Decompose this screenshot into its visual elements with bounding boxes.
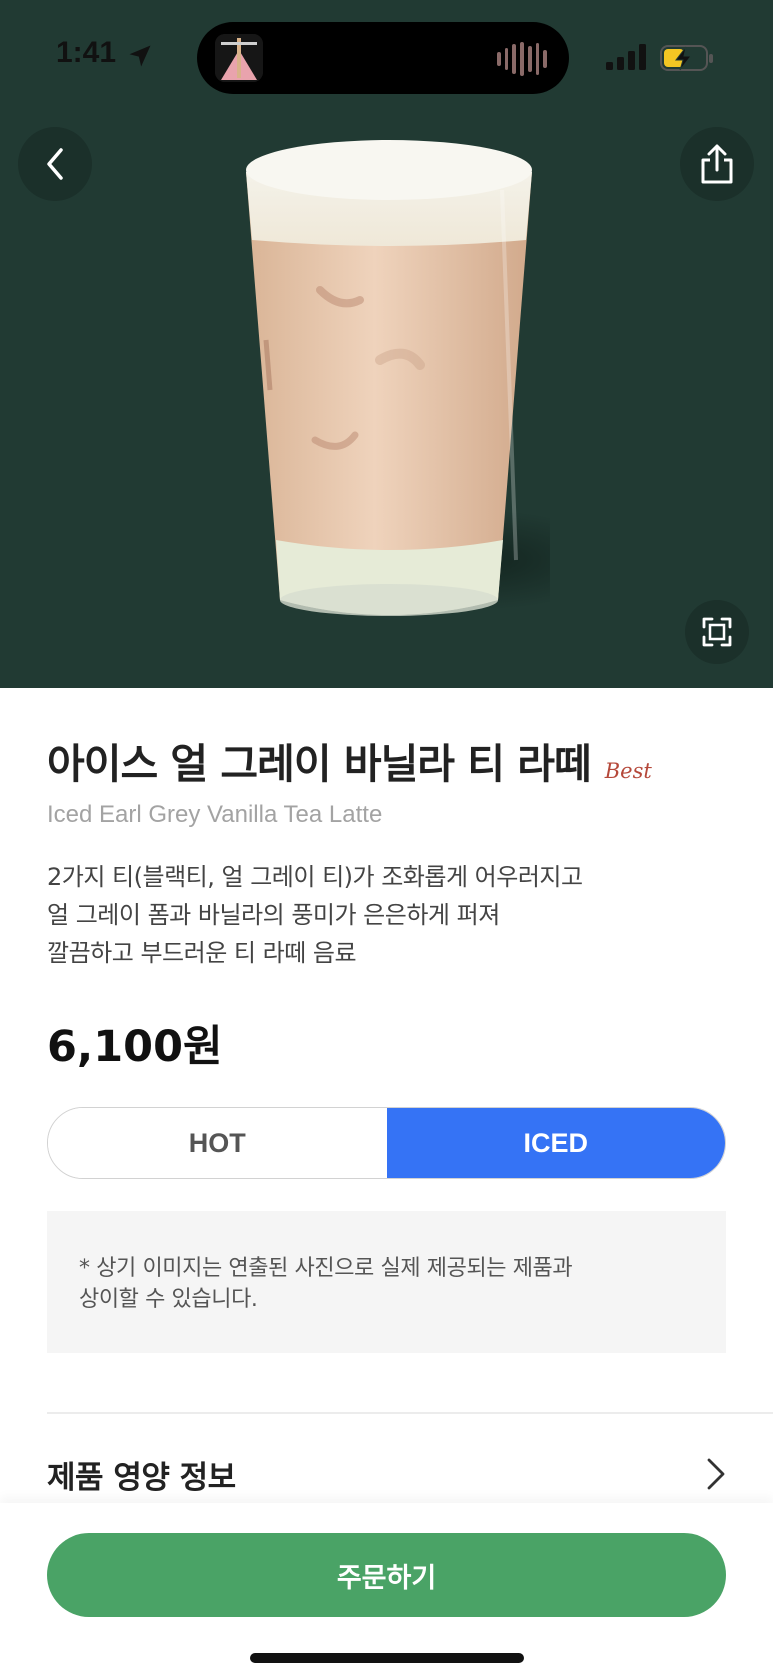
- product-description: 2가지 티(블랙티, 얼 그레이 티)가 조화롭게 어우러지고 얼 그레이 폼과…: [47, 858, 737, 972]
- signal-icon: [606, 44, 646, 70]
- expand-image-button[interactable]: [685, 600, 749, 664]
- status-time: 1:41: [56, 36, 117, 69]
- dynamic-island: [197, 22, 569, 94]
- home-indicator[interactable]: [250, 1653, 524, 1663]
- best-badge: Best: [604, 759, 652, 783]
- product-title-row: 아이스 얼 그레이 바닐라 티 라떼 Best: [47, 730, 652, 790]
- product-image: [246, 140, 550, 616]
- description-line: 얼 그레이 폼과 바닐라의 풍미가 은은하게 퍼져: [47, 901, 500, 929]
- status-bar: 1:41: [0, 0, 773, 110]
- nutrition-info-row[interactable]: 제품 영양 정보: [47, 1444, 727, 1504]
- order-button[interactable]: 주문하기: [47, 1533, 726, 1617]
- iced-option[interactable]: ICED: [386, 1108, 725, 1178]
- bottom-action-bar: 주문하기: [0, 1503, 773, 1676]
- description-line: 2가지 티(블랙티, 얼 그레이 티)가 조화롭게 어우러지고: [47, 863, 583, 891]
- chevron-left-icon: [47, 148, 63, 180]
- audio-waveform-icon: [497, 42, 548, 76]
- description-line: 깔끔하고 부드러운 티 라떼 음료: [47, 939, 357, 967]
- nutrition-info-label: 제품 영양 정보: [47, 1459, 236, 1496]
- hot-option[interactable]: HOT: [48, 1108, 387, 1178]
- expand-icon: [702, 617, 732, 647]
- product-hero: 1:41: [0, 0, 773, 688]
- divider: [47, 1412, 773, 1414]
- product-price: 6,100원: [47, 1022, 223, 1072]
- back-button[interactable]: [18, 127, 92, 201]
- disclaimer-line: * 상기 이미지는 연출된 사진으로 실제 제공되는 제품과: [79, 1256, 573, 1281]
- battery-charging-icon: [660, 45, 713, 71]
- share-button[interactable]: [680, 127, 754, 201]
- share-icon: [701, 144, 733, 184]
- chevron-right-icon: [707, 1458, 725, 1490]
- disclaimer-line: 상이할 수 있습니다.: [79, 1287, 258, 1312]
- product-english-name: Iced Earl Grey Vanilla Tea Latte: [47, 801, 383, 828]
- product-name: 아이스 얼 그레이 바닐라 티 라떼: [47, 740, 592, 788]
- image-disclaimer: * 상기 이미지는 연출된 사진으로 실제 제공되는 제품과 상이할 수 있습니…: [47, 1211, 726, 1353]
- now-playing-artwork-icon: [215, 34, 263, 82]
- location-arrow-icon: [129, 45, 151, 67]
- temperature-toggle: HOT ICED: [47, 1107, 726, 1179]
